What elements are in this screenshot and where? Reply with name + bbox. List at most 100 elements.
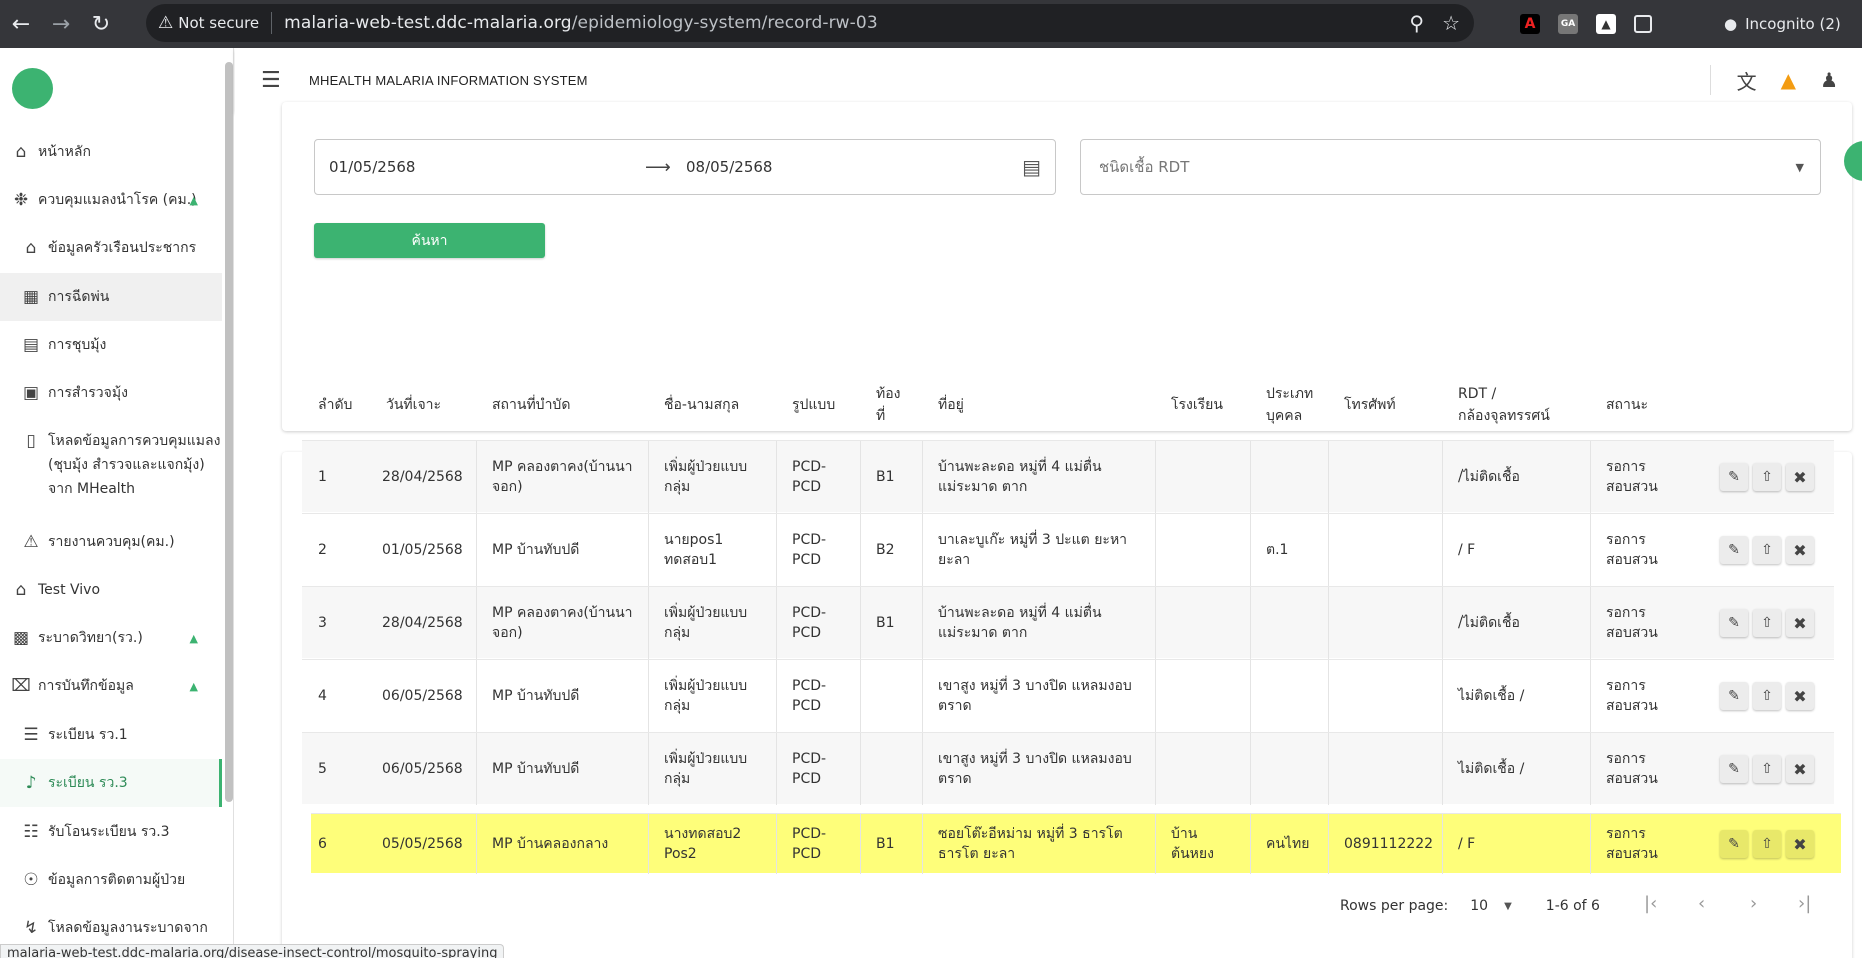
translate-icon[interactable]: 文 bbox=[1737, 66, 1757, 95]
sidebar-item-net-survey[interactable]: ▣ การสำรวจมุ้ง bbox=[0, 369, 222, 417]
table-cell: B1 bbox=[876, 469, 895, 485]
upload-icon[interactable]: ⇧ bbox=[1753, 536, 1781, 564]
rows-per-page-select[interactable]: 10 ▼ bbox=[1470, 898, 1512, 914]
table-cell: เพิ่มผู้ป่วยแบบ กลุ่ม bbox=[664, 751, 748, 787]
cancel-circle-icon[interactable]: ✖ bbox=[1786, 830, 1814, 858]
table-cell: MP บ้านทับปดี bbox=[492, 688, 580, 704]
table-row[interactable]: 5 06/05/2568 MP บ้านทับปดี เพิ่มผู้ป่วยแบบก… bbox=[302, 732, 1834, 805]
calendar-icon[interactable]: ▤ bbox=[1022, 155, 1041, 179]
search-button[interactable]: ค้นหา bbox=[314, 223, 545, 258]
table-cell: 5 bbox=[318, 761, 327, 777]
table-cell: 4 bbox=[318, 688, 327, 704]
table-row[interactable]: 2 01/05/2568 MP บ้านทับปดี นายpos1 ทดสอบ1 PCD… bbox=[302, 513, 1834, 586]
upload-icon[interactable]: ⇧ bbox=[1753, 609, 1781, 637]
extensions-puzzle-icon[interactable] bbox=[1634, 15, 1652, 33]
edit-icon[interactable]: ✎ bbox=[1720, 682, 1748, 710]
app-title: MHEALTH MALARIA INFORMATION SYSTEM bbox=[309, 72, 588, 88]
cancel-circle-icon[interactable]: ✖ bbox=[1786, 682, 1814, 710]
next-page-icon[interactable]: › bbox=[1750, 893, 1757, 914]
upload-icon[interactable]: ⇧ bbox=[1753, 463, 1781, 491]
bed-icon: ▤ bbox=[22, 335, 40, 355]
edit-icon[interactable]: ✎ bbox=[1720, 463, 1748, 491]
spray-icon: ▦ bbox=[22, 287, 40, 307]
calendar-icon: ▣ bbox=[22, 383, 40, 403]
edit-icon[interactable]: ✎ bbox=[1720, 536, 1748, 564]
bookmark-star-icon[interactable]: ☆ bbox=[1442, 11, 1460, 35]
sidebar-item-control-report[interactable]: ⚠ รายงานควบคุม(คม.) bbox=[0, 518, 222, 566]
sidebar-item-patient-followup[interactable]: ☉ ข้อมูลการติดตามผู้ป่วย bbox=[0, 856, 222, 904]
table-cell: รอการ สอบสวน bbox=[1606, 751, 1658, 787]
table-cell: คนไทย bbox=[1266, 836, 1310, 852]
reload-icon[interactable]: ↻ bbox=[82, 5, 120, 43]
col-status: สถานะ bbox=[1606, 397, 1648, 413]
last-page-icon[interactable]: ›| bbox=[1798, 893, 1811, 914]
forward-arrow-icon[interactable]: → bbox=[42, 5, 80, 43]
app-logo[interactable] bbox=[12, 68, 53, 109]
notification-icon[interactable]: ▲ bbox=[1781, 68, 1796, 92]
incognito-indicator[interactable]: ● Incognito (2) bbox=[1724, 6, 1841, 42]
back-arrow-icon[interactable]: ← bbox=[2, 5, 40, 43]
security-warning[interactable]: ⚠ Not secure bbox=[158, 13, 259, 33]
rdt-type-select[interactable]: ชนิดเชื้อ RDT ▼ bbox=[1080, 139, 1821, 195]
upload-icon[interactable]: ⇧ bbox=[1753, 830, 1781, 858]
table-cell: บ้านพะละดอ หมู่ที่ 4 แม่ตื่น แม่ระมาด ตาก bbox=[938, 605, 1102, 641]
table-row[interactable]: 3 28/04/2568 MP คลองตาคง(บ้านนา จอก) เพิ่มผู… bbox=[302, 586, 1834, 659]
close-box-icon: ⌧ bbox=[11, 676, 31, 696]
table-cell: รอการ สอบสวน bbox=[1606, 459, 1658, 495]
url-text[interactable]: malaria-web-test.ddc-malaria.org/epidemi… bbox=[284, 13, 878, 33]
sidebar-item-net-treatment[interactable]: ▤ การชุบมุ้ง bbox=[0, 321, 222, 369]
sidebar-scrollbar[interactable] bbox=[225, 62, 233, 802]
sidebar-item-load-mhealth[interactable]: ▯ โหลดข้อมูลการควบคุมแมลง (ชุบมุ้ง สำรวจแ… bbox=[0, 419, 222, 499]
table-cell: ไม่ติดเชื้อ / bbox=[1458, 761, 1525, 777]
cancel-circle-icon[interactable]: ✖ bbox=[1786, 609, 1814, 637]
table-cell: 2 bbox=[318, 542, 327, 558]
col-no: ลำดับ bbox=[318, 397, 353, 413]
list-box-icon: ☷ bbox=[23, 822, 39, 842]
ga4-extension-icon[interactable]: GA bbox=[1558, 14, 1578, 34]
table-cell: เพิ่มผู้ป่วยแบบ กลุ่ม bbox=[664, 459, 748, 495]
edit-list-icon: ☰ bbox=[23, 725, 39, 745]
sidebar-item-rw3[interactable]: ♪ ระเบียน รว.3 bbox=[0, 759, 222, 807]
date-from[interactable]: 01/05/2568 bbox=[329, 158, 415, 176]
date-to[interactable]: 08/05/2568 bbox=[686, 158, 772, 176]
sidebar-item-rw1[interactable]: ☰ ระเบียน รว.1 bbox=[0, 711, 222, 759]
table-row[interactable]: 1 28/04/2568 MP คลองตาคง(บ้านนา จอก) เพิ่มผู… bbox=[302, 440, 1834, 513]
sidebar-item-vector-control[interactable]: ❉ ควบคุมแมลงนำโรค (คม.) ▲ bbox=[0, 176, 222, 224]
upload-icon[interactable]: ⇧ bbox=[1753, 682, 1781, 710]
sidebar-item-data-entry[interactable]: ⌧ การบันทึกข้อมูล ▲ bbox=[0, 662, 222, 710]
sidebar-item-home[interactable]: ⌂ หน้าหลัก bbox=[0, 128, 222, 176]
first-page-icon[interactable]: |‹ bbox=[1644, 893, 1657, 914]
cancel-circle-icon[interactable]: ✖ bbox=[1786, 463, 1814, 491]
sidebar-item-spraying[interactable]: ▦ การฉีดพ่น bbox=[0, 273, 222, 321]
acrobat-extension-icon[interactable]: A bbox=[1520, 14, 1540, 34]
edit-icon[interactable]: ✎ bbox=[1720, 830, 1748, 858]
edit-icon[interactable]: ✎ bbox=[1720, 755, 1748, 783]
menu-icon[interactable]: ☰ bbox=[261, 68, 285, 93]
table-cell: MP คลองตาคง(บ้านนา จอก) bbox=[492, 459, 633, 495]
table-cell: 05/05/2568 bbox=[382, 836, 463, 852]
cancel-circle-icon[interactable]: ✖ bbox=[1786, 755, 1814, 783]
table-cell: PCD- PCD bbox=[792, 532, 827, 568]
address-bar[interactable]: ⚠ Not secure malaria-web-test.ddc-malari… bbox=[146, 4, 1474, 42]
account-icon[interactable]: ♟ bbox=[1820, 68, 1838, 92]
upload-icon[interactable]: ⇧ bbox=[1753, 755, 1781, 783]
music-note-icon: ♪ bbox=[25, 773, 37, 793]
previous-page-icon[interactable]: ‹ bbox=[1698, 893, 1705, 914]
zoom-icon[interactable]: ⚲ bbox=[1409, 11, 1424, 35]
cancel-circle-icon[interactable]: ✖ bbox=[1786, 536, 1814, 564]
table-row[interactable]: 6 05/05/2568 MP บ้านคลองกลาง นางทดสอบ2 Pos2 P… bbox=[311, 813, 1841, 874]
table-cell: PCD- PCD bbox=[792, 605, 827, 641]
edit-icon[interactable]: ✎ bbox=[1720, 609, 1748, 637]
sidebar-item-receive-rw3[interactable]: ☷ รับโอนระเบียน รว.3 bbox=[0, 808, 222, 856]
browser-toolbar: ← → ↻ ⚠ Not secure malaria-web-test.ddc-… bbox=[0, 0, 1862, 48]
table-cell: รอการ สอบสวน bbox=[1606, 826, 1658, 862]
sidebar-item-epidemiology[interactable]: ▩ ระบาดวิทยา(รว.) ▲ bbox=[0, 614, 222, 662]
col-place: สถานที่บำบัด bbox=[492, 397, 571, 413]
color-extension-icon[interactable]: ▲ bbox=[1596, 14, 1616, 34]
table-cell: B1 bbox=[876, 836, 895, 852]
sidebar-item-household[interactable]: ⌂ ข้อมูลครัวเรือนประชากร bbox=[0, 224, 222, 272]
home-icon: ⌂ bbox=[15, 142, 27, 162]
date-range-picker[interactable]: 01/05/2568 ⟶ 08/05/2568 ▤ bbox=[314, 139, 1056, 195]
table-row[interactable]: 4 06/05/2568 MP บ้านทับปดี เพิ่มผู้ป่วยแบบก… bbox=[302, 659, 1834, 732]
sidebar-item-test-vivo[interactable]: ⌂ Test Vivo bbox=[0, 566, 222, 614]
